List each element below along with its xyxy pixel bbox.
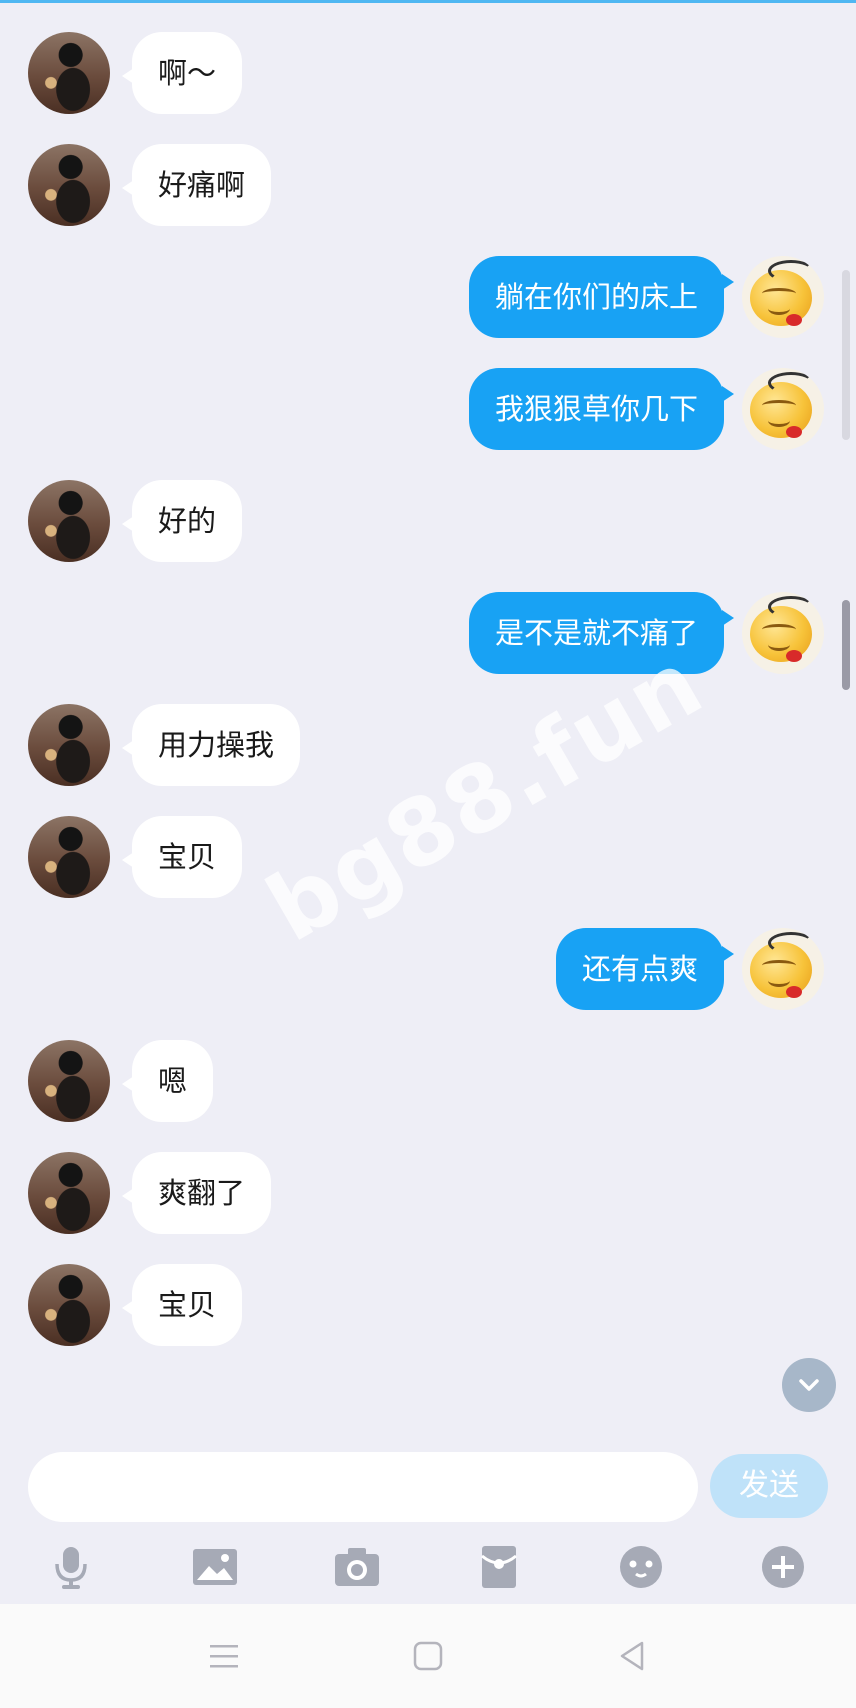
- message-row: 是不是就不痛了: [0, 592, 856, 676]
- microphone-icon[interactable]: [46, 1544, 96, 1590]
- scrollbar-thumb[interactable]: [842, 600, 850, 690]
- incoming-message-bubble[interactable]: 用力操我: [121, 704, 301, 786]
- back-icon[interactable]: [612, 1636, 652, 1676]
- incoming-message-bubble[interactable]: 宝贝: [121, 1264, 243, 1346]
- message-input-bar: 发送: [0, 1440, 856, 1530]
- incoming-message-bubble[interactable]: 宝贝: [121, 816, 243, 898]
- chat-message-list[interactable]: 啊～ 好痛啊 躺在你们的床上 我狠狠草你几下 好的 是不是就不痛了 用力操我 宝…: [0, 0, 856, 1440]
- home-icon[interactable]: [408, 1636, 448, 1676]
- contact-avatar[interactable]: [28, 480, 110, 562]
- message-row: 躺在你们的床上: [0, 256, 856, 340]
- red-packet-icon[interactable]: [474, 1544, 524, 1590]
- incoming-message-bubble[interactable]: 啊～: [121, 32, 243, 114]
- message-row: 啊～: [0, 32, 856, 116]
- scroll-to-bottom-button[interactable]: [782, 1358, 836, 1412]
- incoming-message-bubble[interactable]: 嗯: [121, 1040, 214, 1122]
- message-row: 还有点爽: [0, 928, 856, 1012]
- incoming-message-bubble[interactable]: 爽翻了: [121, 1152, 272, 1234]
- message-row: 嗯: [0, 1040, 856, 1124]
- message-row: 宝贝: [0, 1264, 856, 1348]
- user-avatar[interactable]: [742, 928, 824, 1010]
- scrollbar-track[interactable]: [842, 270, 850, 440]
- user-avatar[interactable]: [742, 592, 824, 674]
- menu-icon[interactable]: [204, 1636, 244, 1676]
- contact-avatar[interactable]: [28, 144, 110, 226]
- camera-icon[interactable]: [332, 1544, 382, 1590]
- contact-avatar[interactable]: [28, 1040, 110, 1122]
- message-row: 我狠狠草你几下: [0, 368, 856, 452]
- message-row: 爽翻了: [0, 1152, 856, 1236]
- image-icon[interactable]: [190, 1544, 240, 1590]
- contact-avatar[interactable]: [28, 1264, 110, 1346]
- message-row: 好的: [0, 480, 856, 564]
- system-navigation-bar: [0, 1604, 856, 1708]
- contact-avatar[interactable]: [28, 816, 110, 898]
- user-avatar[interactable]: [742, 368, 824, 450]
- incoming-message-bubble[interactable]: 好痛啊: [121, 144, 272, 226]
- contact-avatar[interactable]: [28, 32, 110, 114]
- contact-avatar[interactable]: [28, 704, 110, 786]
- outgoing-message-bubble[interactable]: 躺在你们的床上: [468, 256, 735, 338]
- plus-icon[interactable]: [758, 1544, 808, 1590]
- chat-toolbar: [0, 1530, 856, 1604]
- incoming-message-bubble[interactable]: 好的: [121, 480, 243, 562]
- message-row: 好痛啊: [0, 144, 856, 228]
- user-avatar[interactable]: [742, 256, 824, 338]
- outgoing-message-bubble[interactable]: 还有点爽: [555, 928, 735, 1010]
- contact-avatar[interactable]: [28, 1152, 110, 1234]
- outgoing-message-bubble[interactable]: 我狠狠草你几下: [468, 368, 735, 450]
- message-input[interactable]: [28, 1452, 698, 1522]
- send-button[interactable]: 发送: [710, 1454, 828, 1518]
- watermark-text: bg88.fun: [250, 629, 721, 963]
- chevron-down-icon: [799, 1379, 819, 1391]
- emoji-icon[interactable]: [616, 1544, 666, 1590]
